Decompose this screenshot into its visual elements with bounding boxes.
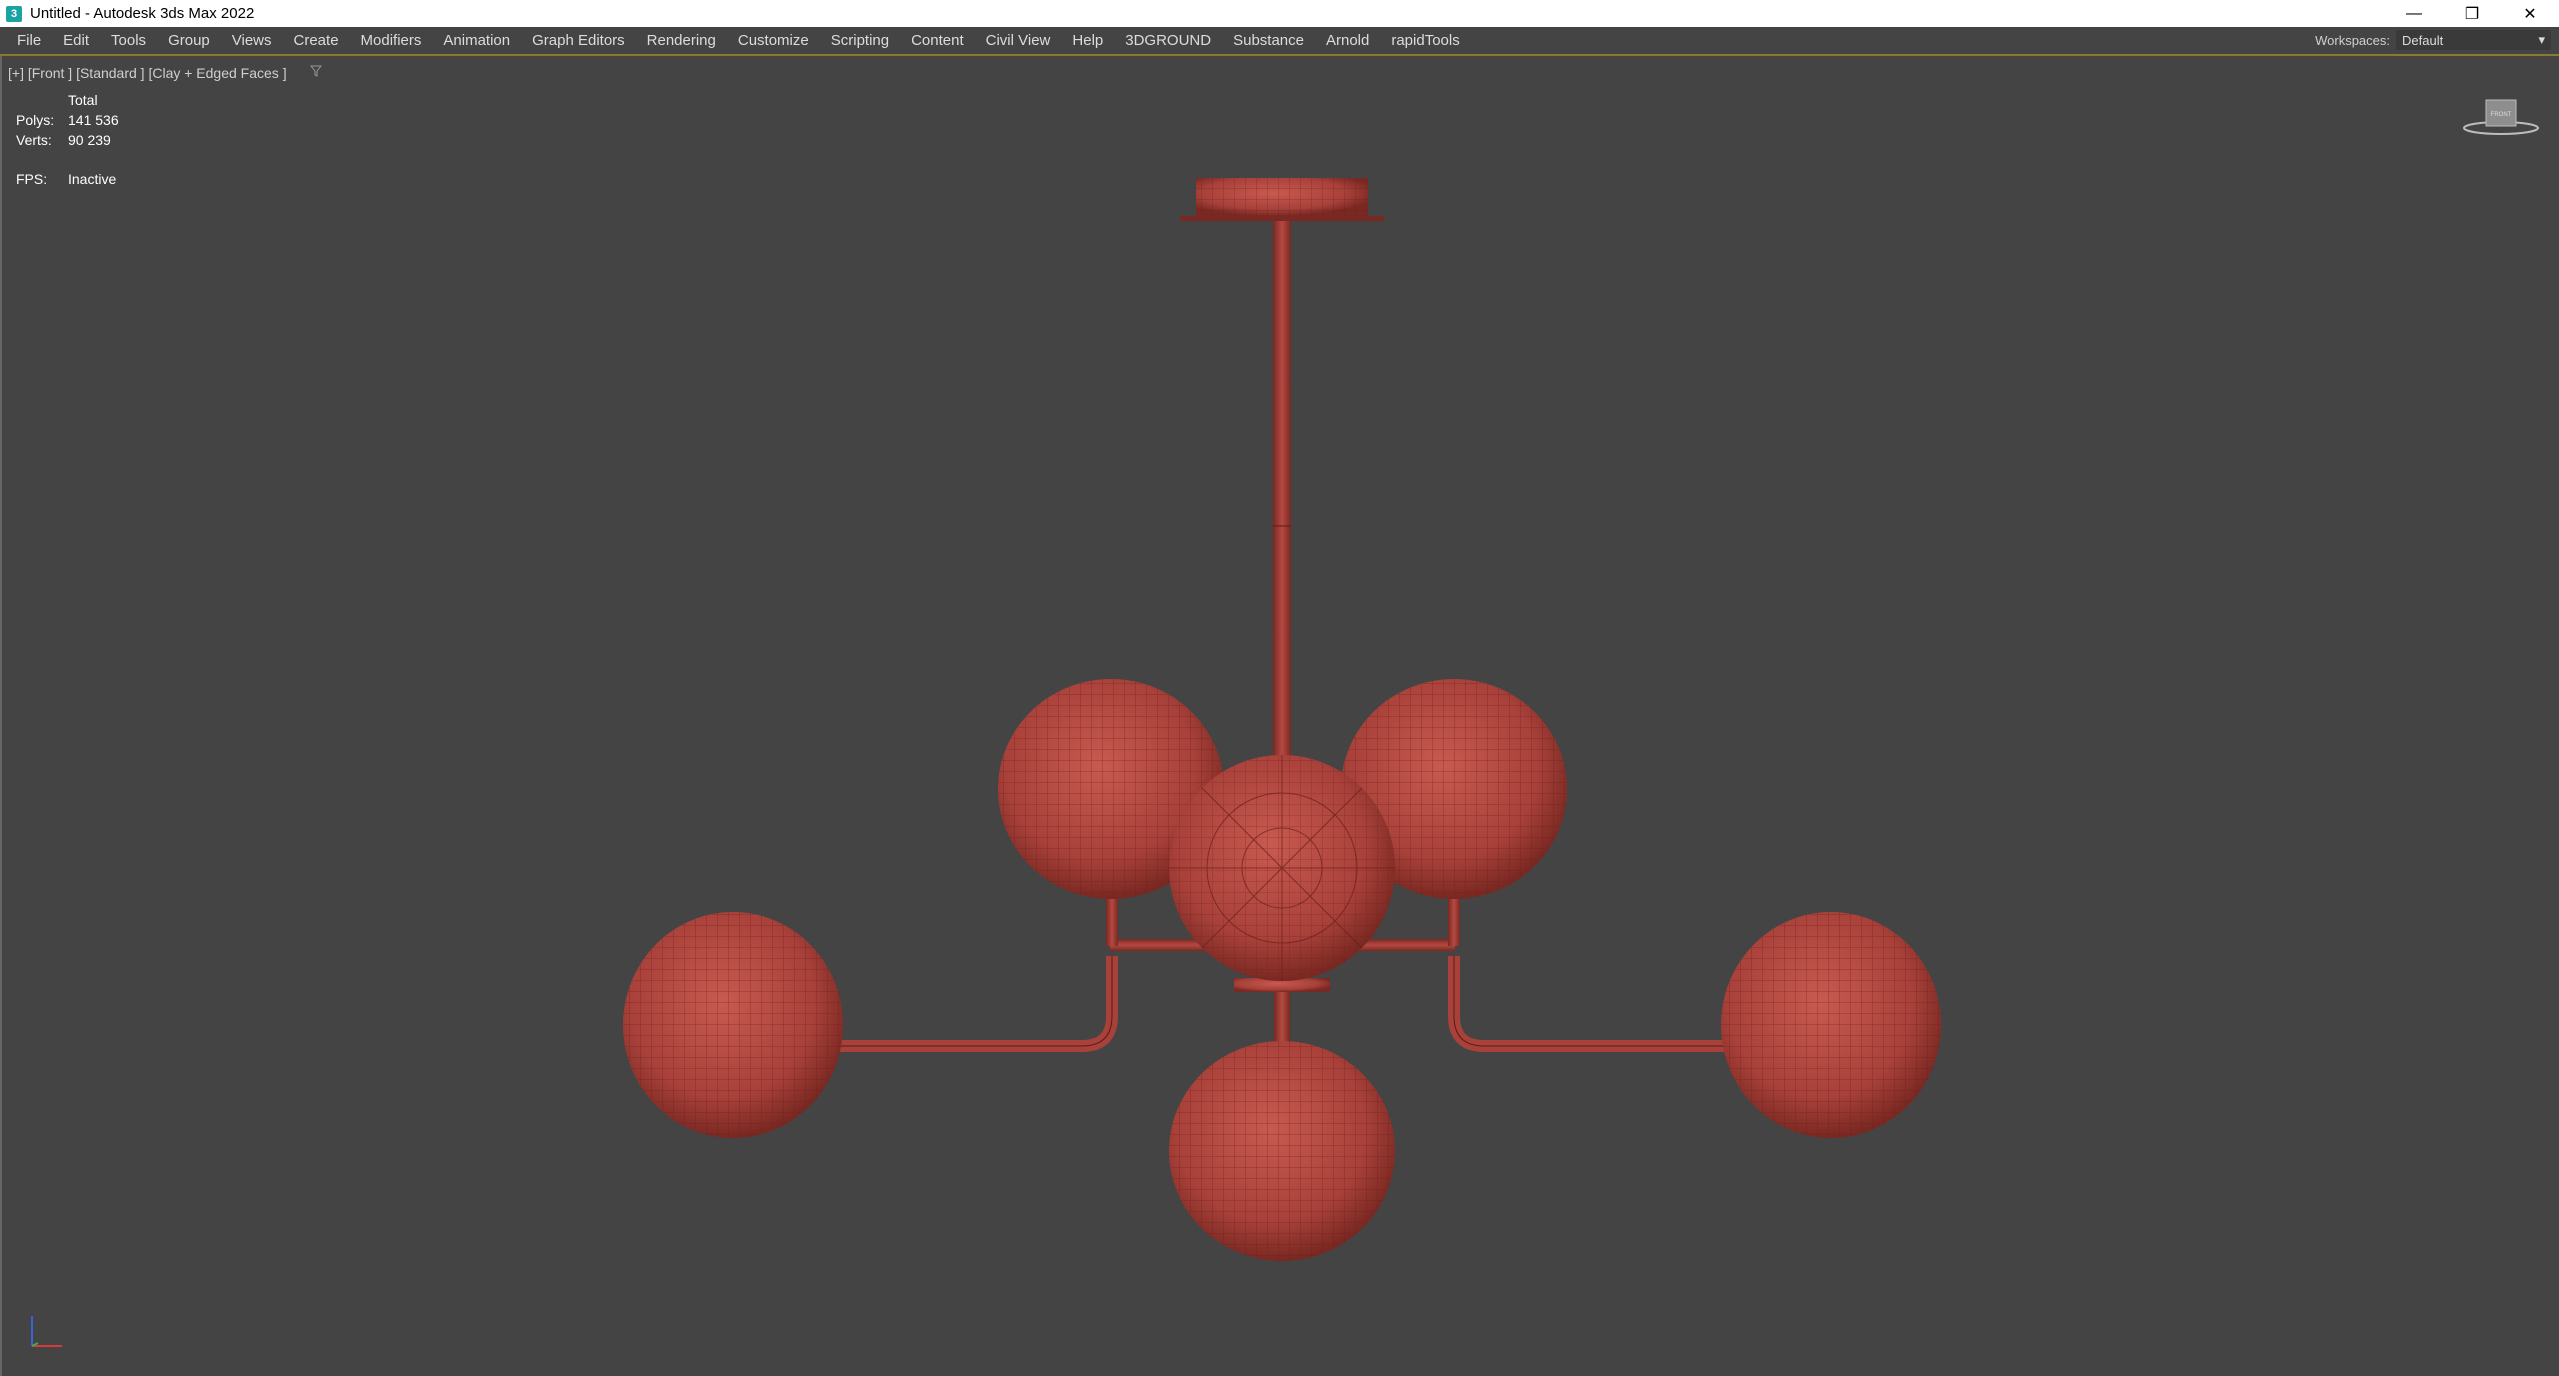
title-bar: 3 Untitled - Autodesk 3ds Max 2022 — ❐ ✕	[0, 0, 2559, 27]
menu-edit[interactable]: Edit	[52, 32, 100, 49]
right-arm	[1448, 956, 1732, 1052]
globe-center	[1169, 755, 1395, 981]
menu-file[interactable]: File	[6, 32, 52, 49]
menu-scripting[interactable]: Scripting	[820, 32, 900, 49]
ceiling-canopy	[1180, 178, 1384, 221]
chandelier-model[interactable]	[2, 56, 2559, 1376]
globe-left	[623, 912, 843, 1138]
workspaces-value: Default	[2402, 32, 2444, 48]
menu-graph-editors[interactable]: Graph Editors	[521, 32, 636, 49]
minimize-button[interactable]: —	[2385, 0, 2443, 27]
close-button[interactable]: ✕	[2501, 0, 2559, 27]
menu-tools[interactable]: Tools	[100, 32, 157, 49]
front-viewport[interactable]: [+] [Front ] [Standard ] [Clay + Edged F…	[0, 56, 2559, 1376]
window-title: Untitled - Autodesk 3ds Max 2022	[30, 5, 255, 22]
menu-views[interactable]: Views	[221, 32, 283, 49]
globe-bottom	[1169, 1041, 1395, 1261]
restore-button[interactable]: ❐	[2443, 0, 2501, 27]
menu-substance[interactable]: Substance	[1222, 32, 1315, 49]
menu-create[interactable]: Create	[283, 32, 350, 49]
menu-group[interactable]: Group	[157, 32, 221, 49]
window-controls: — ❐ ✕	[2385, 0, 2559, 27]
menu-items: File Edit Tools Group Views Create Modif…	[0, 32, 1471, 49]
app-icon[interactable]: 3	[6, 5, 22, 22]
main-stem	[1273, 221, 1291, 821]
menu-help[interactable]: Help	[1061, 32, 1114, 49]
left-arm	[832, 956, 1118, 1052]
menu-3dground[interactable]: 3DGROUND	[1114, 32, 1222, 49]
chevron-down-icon: ▾	[2538, 32, 2545, 47]
menu-animation[interactable]: Animation	[432, 32, 521, 49]
globe-right	[1721, 912, 1941, 1138]
menu-bar: File Edit Tools Group Views Create Modif…	[0, 27, 2559, 56]
menu-rapidtools[interactable]: rapidTools	[1380, 32, 1470, 49]
menu-civil-view[interactable]: Civil View	[975, 32, 1062, 49]
menu-rendering[interactable]: Rendering	[636, 32, 727, 49]
menu-content[interactable]: Content	[900, 32, 975, 49]
menu-arnold[interactable]: Arnold	[1315, 32, 1380, 49]
workspaces-dropdown[interactable]: Default ▾	[2396, 30, 2551, 50]
workspaces-control: Workspaces: Default ▾	[2315, 30, 2551, 50]
workspaces-label: Workspaces:	[2315, 32, 2390, 48]
menu-customize[interactable]: Customize	[727, 32, 820, 49]
menu-modifiers[interactable]: Modifiers	[350, 32, 433, 49]
app-window: 3 Untitled - Autodesk 3ds Max 2022 — ❐ ✕…	[0, 0, 2559, 1376]
